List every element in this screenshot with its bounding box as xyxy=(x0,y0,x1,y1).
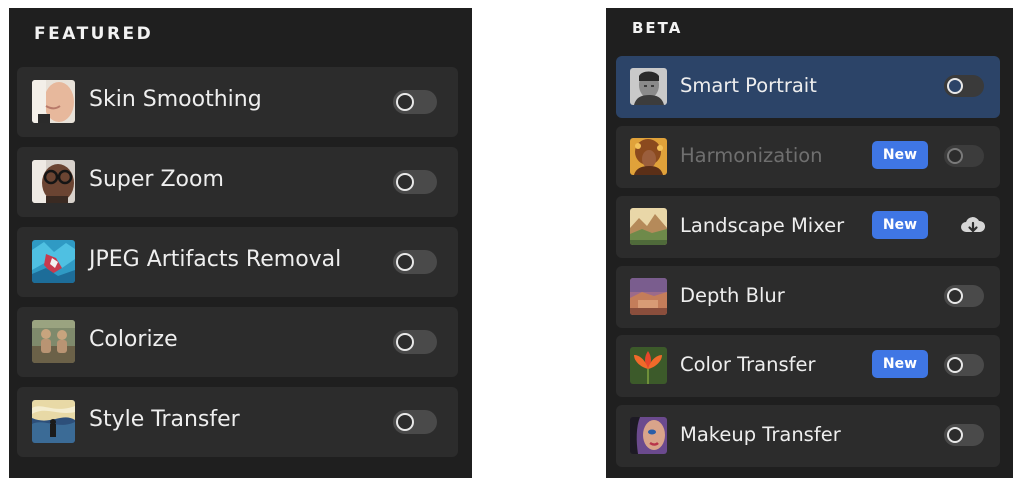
filter-label: Color Transfer xyxy=(680,353,816,376)
style-transfer-toggle[interactable] xyxy=(393,410,437,434)
filter-item-smart-portrait[interactable]: Smart Portrait xyxy=(616,56,1000,118)
style-transfer-thumbnail xyxy=(32,400,75,443)
harmonization-toggle[interactable] xyxy=(944,145,984,167)
depth-blur-toggle[interactable] xyxy=(944,285,984,307)
toggle-knob xyxy=(396,413,414,431)
harmonization-thumbnail xyxy=(630,138,667,175)
smart-portrait-toggle[interactable] xyxy=(944,75,984,97)
toggle-knob xyxy=(947,427,963,443)
filter-label: Landscape Mixer xyxy=(680,214,845,237)
filter-item-skin-smoothing[interactable]: Skin Smoothing xyxy=(17,67,458,137)
filter-item-style-transfer[interactable]: Style Transfer xyxy=(17,387,458,457)
jpeg-artifacts-removal-toggle[interactable] xyxy=(393,250,437,274)
filter-item-landscape-mixer[interactable]: Landscape Mixer New xyxy=(616,196,1000,258)
toggle-knob xyxy=(947,78,963,94)
filter-item-colorize[interactable]: Colorize xyxy=(17,307,458,377)
toggle-knob xyxy=(947,357,963,373)
toggle-knob xyxy=(396,93,414,111)
filter-item-harmonization[interactable]: Harmonization New xyxy=(616,126,1000,188)
new-badge: New xyxy=(872,211,928,239)
new-badge: New xyxy=(872,141,928,169)
colorize-thumbnail xyxy=(32,320,75,363)
toggle-knob xyxy=(396,253,414,271)
makeup-transfer-thumbnail xyxy=(630,417,667,454)
skin-smoothing-toggle[interactable] xyxy=(393,90,437,114)
depth-blur-thumbnail xyxy=(630,278,667,315)
beta-panel: BETA Smart Portrait Harmonization New La… xyxy=(606,8,1013,478)
filter-item-super-zoom[interactable]: Super Zoom xyxy=(17,147,458,217)
jpeg-artifacts-thumbnail xyxy=(32,240,75,283)
toggle-knob xyxy=(947,148,963,164)
beta-title: BETA xyxy=(632,19,683,37)
filter-label: Depth Blur xyxy=(680,284,785,307)
filter-item-makeup-transfer[interactable]: Makeup Transfer xyxy=(616,405,1000,467)
colorize-toggle[interactable] xyxy=(393,330,437,354)
makeup-transfer-toggle[interactable] xyxy=(944,424,984,446)
super-zoom-thumbnail xyxy=(32,160,75,203)
filter-label: Colorize xyxy=(89,327,178,352)
landscape-mixer-thumbnail xyxy=(630,208,667,245)
filter-label: Smart Portrait xyxy=(680,74,817,97)
skin-smoothing-thumbnail xyxy=(32,80,75,123)
toggle-knob xyxy=(947,288,963,304)
toggle-knob xyxy=(396,173,414,191)
smart-portrait-thumbnail xyxy=(630,68,667,105)
featured-title: FEATURED xyxy=(34,24,154,44)
filter-item-depth-blur[interactable]: Depth Blur xyxy=(616,266,1000,328)
filter-label: Style Transfer xyxy=(89,407,240,432)
new-badge: New xyxy=(872,350,928,378)
filter-item-color-transfer[interactable]: Color Transfer New xyxy=(616,335,1000,397)
toggle-knob xyxy=(396,333,414,351)
filter-label: Harmonization xyxy=(680,144,823,167)
filter-label: Super Zoom xyxy=(89,167,224,192)
featured-panel: FEATURED Skin Smoothing Super Zoom JPEG … xyxy=(9,8,472,478)
filter-label: JPEG Artifacts Removal xyxy=(89,247,342,272)
cloud-download-icon[interactable] xyxy=(960,214,986,238)
filter-label: Makeup Transfer xyxy=(680,423,841,446)
super-zoom-toggle[interactable] xyxy=(393,170,437,194)
filter-item-jpeg-artifacts-removal[interactable]: JPEG Artifacts Removal xyxy=(17,227,458,297)
color-transfer-thumbnail xyxy=(630,347,667,384)
color-transfer-toggle[interactable] xyxy=(944,354,984,376)
filter-label: Skin Smoothing xyxy=(89,87,262,112)
